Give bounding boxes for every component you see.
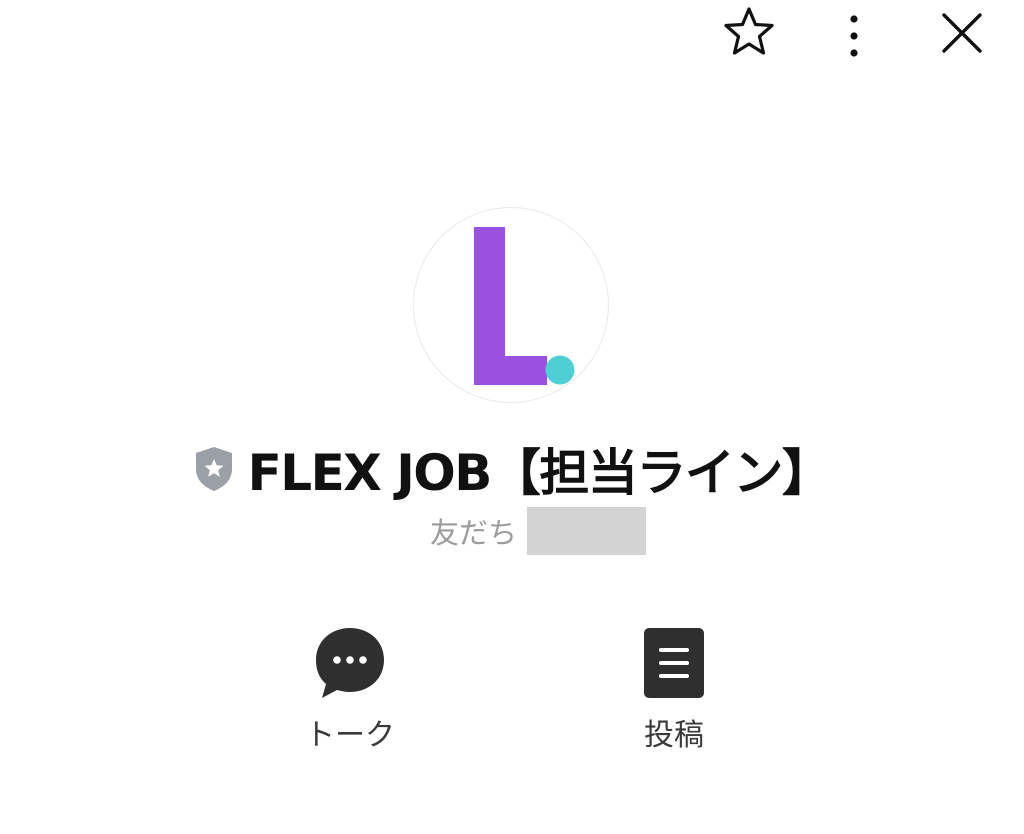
more-options-button[interactable] — [824, 0, 884, 64]
favorite-button[interactable] — [719, 0, 779, 64]
chat-bubble-icon — [316, 628, 384, 698]
close-button[interactable] — [932, 0, 992, 64]
talk-button[interactable]: トーク — [270, 626, 430, 756]
post-label: 投稿 — [644, 718, 704, 753]
profile-avatar[interactable] — [413, 207, 609, 403]
friends-count-row: 友だち — [0, 506, 1024, 556]
star-outline-icon — [724, 7, 774, 55]
friends-label: 友だち — [429, 516, 517, 550]
flex-job-logo — [474, 227, 575, 385]
account-name: FLEX JOB【担当ライン】 — [247, 444, 832, 502]
vertical-ellipsis-icon — [850, 15, 858, 57]
account-name-row: FLEX JOB【担当ライン】 — [0, 438, 1024, 502]
post-button[interactable]: 投稿 — [594, 626, 754, 756]
friends-count-redacted — [527, 507, 646, 555]
verified-shield-icon — [195, 447, 232, 491]
post-document-icon — [644, 628, 704, 698]
talk-label: トーク — [305, 718, 395, 753]
close-x-icon — [942, 13, 982, 53]
